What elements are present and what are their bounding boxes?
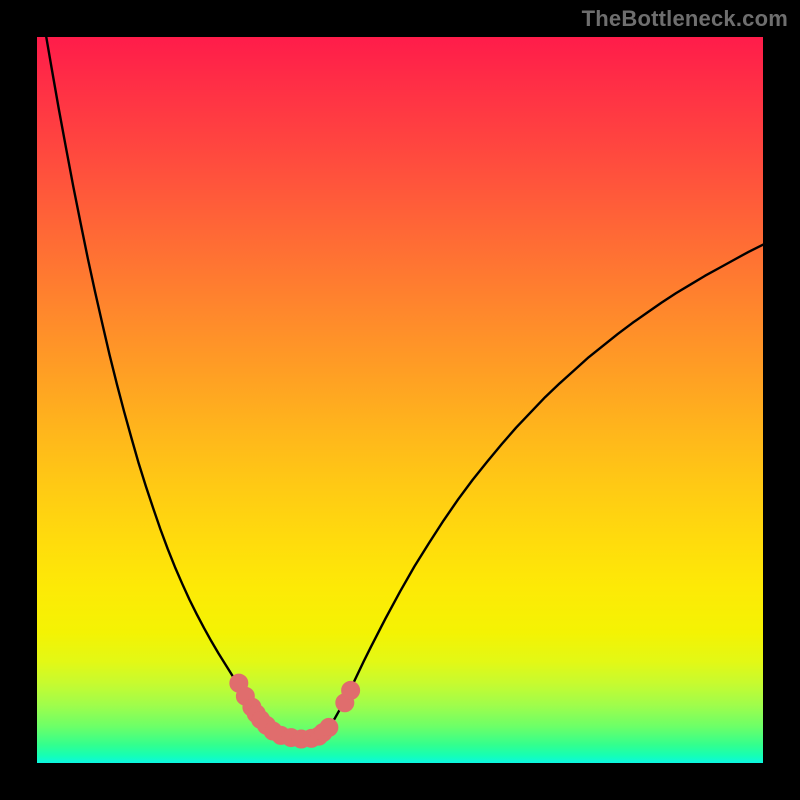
curve-marker — [342, 681, 360, 699]
chart-plot-area — [37, 37, 763, 763]
chart-frame: TheBottleneck.com — [0, 0, 800, 800]
chart-svg — [37, 37, 763, 763]
curve-marker — [320, 718, 338, 736]
watermark-text: TheBottleneck.com — [582, 6, 788, 32]
bottleneck-curve — [37, 37, 763, 739]
